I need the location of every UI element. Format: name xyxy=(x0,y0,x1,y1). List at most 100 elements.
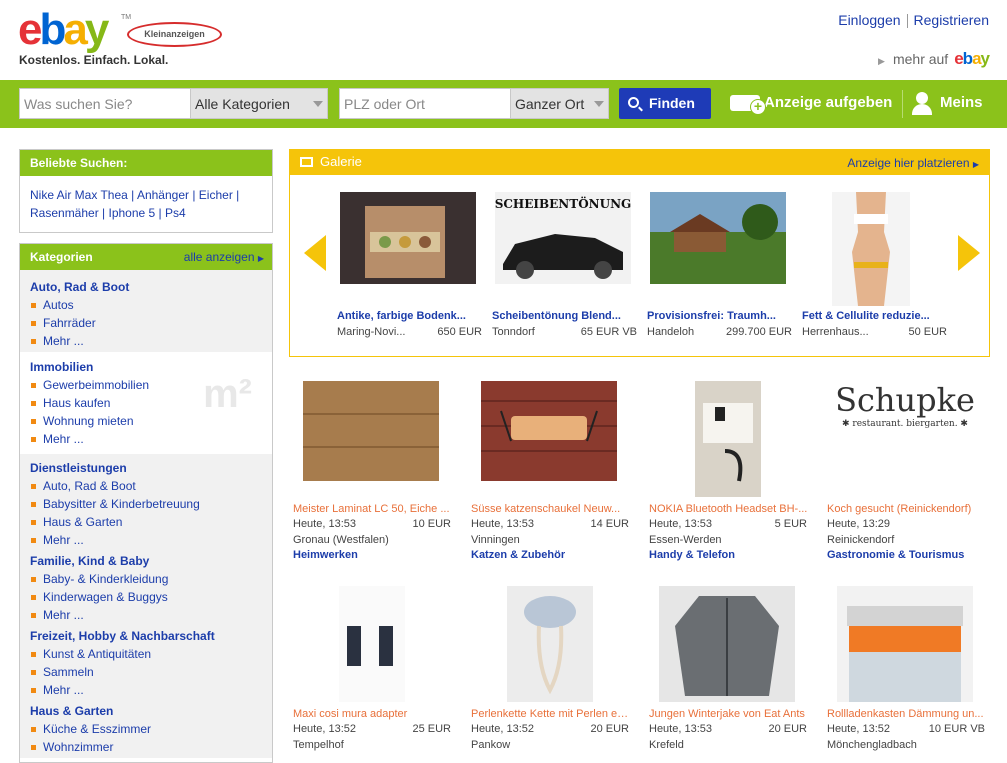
schupke-logo-subtitle: ✱ restaurant. biergarten. ✱ xyxy=(842,419,968,429)
listing-card[interactable]: Meister Laminat LC 50, Eiche ... Heute, … xyxy=(293,381,453,571)
gallery-item-price: 65 EUR VB xyxy=(580,326,637,338)
listing-price: 20 EUR xyxy=(768,723,807,735)
category-title[interactable]: Haus & Garten xyxy=(30,702,262,720)
listing-price: 25 EUR xyxy=(412,723,451,735)
listing-location: Pankow xyxy=(471,739,511,751)
listing-title[interactable]: Rollladenkasten Dämmung un... xyxy=(827,708,987,720)
subcategory-link[interactable]: Auto, Rad & Boot xyxy=(30,477,262,495)
listing-card[interactable]: Rollladenkasten Dämmung un... Heute, 13:… xyxy=(827,586,987,751)
winter-jacket-image xyxy=(659,586,795,702)
divider xyxy=(902,90,903,118)
subcategory-link[interactable]: Kunst & Antiquitäten xyxy=(30,645,262,663)
listing-card[interactable]: Schupke ✱ restaurant. biergarten. ✱ Koch… xyxy=(827,381,987,571)
subcategory-link[interactable]: Sammeln xyxy=(30,663,262,681)
login-link[interactable]: Einloggen xyxy=(838,12,900,28)
gallery-item-location: Herrenhaus... xyxy=(802,326,869,338)
adapter-image xyxy=(339,586,405,702)
cat-hammock-image xyxy=(481,381,617,481)
more-on-ebay-link[interactable]: ▶ mehr auf ebay xyxy=(878,49,990,69)
subcategory-link[interactable]: Mehr ... xyxy=(30,606,262,624)
gallery-item-price: 299.700 EUR xyxy=(725,326,792,338)
listing-title[interactable]: Süsse katzenschaukel Neuw... xyxy=(471,503,631,515)
listing-category-link[interactable]: Heimwerken xyxy=(293,549,358,561)
fitness-image xyxy=(832,192,910,306)
category-title[interactable]: Freizeit, Hobby & Nachbarschaft xyxy=(30,627,262,645)
find-button-label: Finden xyxy=(649,95,695,111)
ebay-kleinanzeigen-logo[interactable]: ebay TM Kleinanzeigen xyxy=(18,6,228,56)
subcategory-link[interactable]: Haus & Garten xyxy=(30,513,262,531)
listing-title[interactable]: NOKIA Bluetooth Headset BH-... xyxy=(649,503,809,515)
category-title[interactable]: Auto, Rad & Boot xyxy=(30,278,262,296)
subcategory-link[interactable]: Gewerbeimmobilien xyxy=(30,376,262,394)
ebay-mini-logo: ebay xyxy=(954,49,990,68)
listing-title[interactable]: Meister Laminat LC 50, Eiche ... xyxy=(293,503,453,515)
gallery-image-text: SCHEIBENTÖNUNG xyxy=(495,195,631,211)
listing-title[interactable]: Maxi cosi mura adapter xyxy=(293,708,453,720)
place-ad-link[interactable]: Anzeige hier platzieren ▶ xyxy=(847,156,979,170)
location-input[interactable]: PLZ oder Ort xyxy=(339,88,511,119)
category-select-value: Alle Kategorien xyxy=(195,96,290,112)
popular-link[interactable]: Iphone 5 xyxy=(109,206,156,220)
listing-card[interactable]: NOKIA Bluetooth Headset BH-... Heute, 13… xyxy=(649,381,809,571)
radius-select[interactable]: Ganzer Ort xyxy=(510,88,609,119)
listing-title[interactable]: Perlenkette Kette mit Perlen ec... xyxy=(471,708,631,720)
subcategory-link[interactable]: Mehr ... xyxy=(30,332,262,350)
gallery-prev-arrow-icon[interactable] xyxy=(304,235,326,271)
subcategory-link[interactable]: Mehr ... xyxy=(30,531,262,549)
kleinanzeigen-badge: Kleinanzeigen xyxy=(127,22,222,47)
gallery-next-arrow-icon[interactable] xyxy=(958,235,980,271)
register-link[interactable]: Registrieren xyxy=(914,12,989,28)
show-all-categories-link[interactable]: alle anzeigen ▶ xyxy=(184,250,264,264)
subcategory-link[interactable]: Wohnung mieten xyxy=(30,412,262,430)
subcategory-link[interactable]: Mehr ... xyxy=(30,681,262,699)
account-links: Einloggen Registrieren xyxy=(838,12,989,29)
listing-title[interactable]: Koch gesucht (Reinickendorf) xyxy=(827,503,987,515)
listing-time: Heute, 13:52 xyxy=(827,723,890,735)
subcategory-link[interactable]: Fahrräder xyxy=(30,314,262,332)
popular-link[interactable]: Eicher xyxy=(199,188,233,202)
gallery-item-title: Antike, farbige Bodenk... xyxy=(337,310,466,322)
search-bar: Was suchen Sie? Alle Kategorien PLZ oder… xyxy=(0,80,1007,128)
category-title[interactable]: Familie, Kind & Baby xyxy=(30,552,262,570)
categories-box: Kategorien alle anzeigen ▶ Auto, Rad & B… xyxy=(19,243,273,763)
user-icon xyxy=(916,92,928,104)
popular-link[interactable]: Ps4 xyxy=(165,206,186,220)
listing-card[interactable]: Maxi cosi mura adapter Heute, 13:52 25 E… xyxy=(293,586,453,751)
house-image xyxy=(650,192,786,284)
search-input[interactable]: Was suchen Sie? xyxy=(19,88,191,119)
arrow-right-icon: ▶ xyxy=(257,254,264,263)
category-title[interactable]: Dienstleistungen xyxy=(30,459,262,477)
radius-select-value: Ganzer Ort xyxy=(515,96,585,112)
listing-card[interactable]: Perlenkette Kette mit Perlen ec... Heute… xyxy=(471,586,631,751)
subcategory-link[interactable]: Autos xyxy=(30,296,262,314)
roller-shutter-box-image xyxy=(837,586,973,702)
listing-title[interactable]: Jungen Winterjake von Eat Ants xyxy=(649,708,809,720)
account-button[interactable]: Meins xyxy=(912,92,983,115)
listing-card[interactable]: Jungen Winterjake von Eat Ants Heute, 13… xyxy=(649,586,809,751)
popular-link[interactable]: Anhänger xyxy=(137,188,189,202)
gallery-item-title: Provisionsfrei: Traumh... xyxy=(647,310,776,322)
subcategory-link[interactable]: Baby- & Kinderkleidung xyxy=(30,570,262,588)
subcategory-link[interactable]: Haus kaufen xyxy=(30,394,262,412)
popular-link[interactable]: Nike Air Max Thea xyxy=(30,188,128,202)
listing-category-link[interactable]: Katzen & Zubehör xyxy=(471,549,565,561)
popular-link[interactable]: Rasenmäher xyxy=(30,206,99,220)
popular-searches-title: Beliebte Suchen: xyxy=(20,150,272,176)
subcategory-link[interactable]: Mehr ... xyxy=(30,430,262,448)
listing-category-link[interactable]: Handy & Telefon xyxy=(649,549,735,561)
listing-price: 10 EUR VB xyxy=(928,723,985,735)
listing-card[interactable]: Süsse katzenschaukel Neuw... Heute, 13:5… xyxy=(471,381,631,571)
category-group: m² Immobilien Gewerbeimmobilien Haus kau… xyxy=(20,352,272,454)
find-button[interactable]: Finden xyxy=(619,88,711,119)
car-image: SCHEIBENTÖNUNG xyxy=(495,192,631,284)
chevron-down-icon xyxy=(313,101,323,107)
post-ad-button[interactable]: Anzeige aufgeben xyxy=(730,92,892,115)
subcategory-link[interactable]: Babysitter & Kinderbetreuung xyxy=(30,495,262,513)
subcategory-link[interactable]: Kinderwagen & Buggys xyxy=(30,588,262,606)
tile-image xyxy=(340,192,476,284)
listing-category-link[interactable]: Gastronomie & Tourismus xyxy=(827,549,964,561)
gallery-title: Galerie xyxy=(320,154,362,169)
subcategory-link[interactable]: Wohnzimmer xyxy=(30,738,262,756)
subcategory-link[interactable]: Küche & Esszimmer xyxy=(30,720,262,738)
category-select[interactable]: Alle Kategorien xyxy=(190,88,328,119)
